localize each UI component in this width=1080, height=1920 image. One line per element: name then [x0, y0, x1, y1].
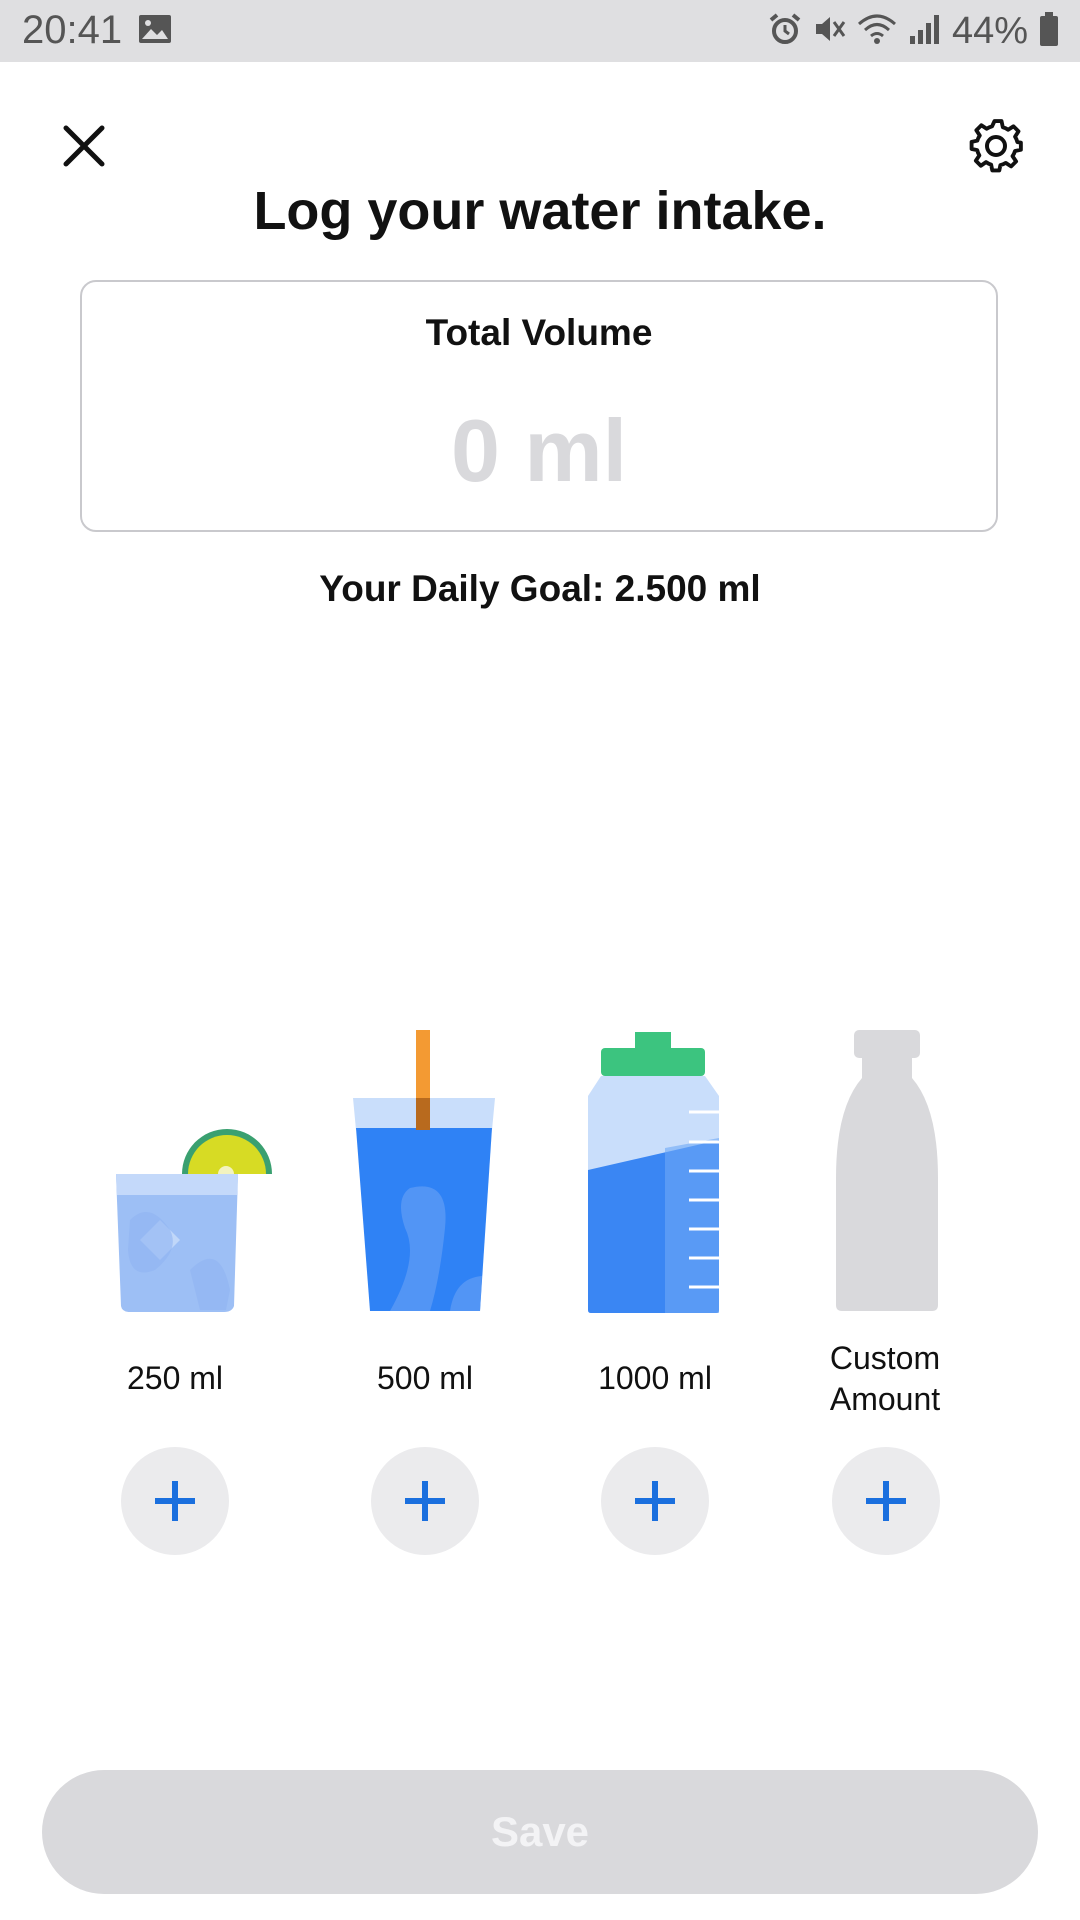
option-label-1000ml: 1000 ml: [598, 1360, 712, 1396]
add-1000ml-button[interactable]: [601, 1447, 709, 1555]
save-button[interactable]: Save: [42, 1770, 1038, 1894]
add-250ml-button[interactable]: [121, 1447, 229, 1555]
water-intake-screen: 20:41 44% Log your water intake. Total V…: [0, 0, 1080, 1920]
mute-icon: [812, 12, 846, 51]
daily-goal-text: Your Daily Goal: 2.500 ml: [319, 568, 761, 609]
cup-with-straw-icon: [353, 1030, 495, 1311]
total-volume-value: 0 ml: [450, 401, 628, 500]
add-500ml-button[interactable]: [371, 1447, 479, 1555]
settings-button[interactable]: [968, 118, 1024, 174]
water-bottle-icon: [588, 1032, 719, 1313]
gear-icon: [969, 119, 1023, 173]
option-label-custom: Custom Amount: [780, 1338, 990, 1420]
plus-icon: [866, 1481, 906, 1521]
page-title: Log your water intake.: [253, 181, 827, 241]
alarm-icon: [768, 12, 802, 51]
status-icons: 44%: [768, 10, 1060, 52]
total-volume-label: Total Volume: [425, 312, 653, 353]
close-icon: [63, 125, 105, 167]
option-label-500ml: 500 ml: [376, 1360, 474, 1396]
option-label-custom-line1: Custom: [829, 1340, 941, 1376]
option-label-250ml: 250 ml: [126, 1360, 224, 1396]
glass-with-lime-icon: [116, 1129, 272, 1312]
image-icon: [138, 14, 172, 49]
battery-percent: 44%: [951, 9, 1028, 52]
custom-bottle-icon: [836, 1030, 938, 1311]
total-volume-card: Total Volume 0 ml: [80, 280, 998, 532]
plus-icon: [155, 1481, 195, 1521]
status-bar: 20:41 44%: [0, 0, 1080, 62]
battery-icon: [1038, 11, 1060, 52]
status-time: 20:41: [22, 8, 123, 52]
close-button[interactable]: [58, 120, 110, 172]
option-label-custom-line2: Amount: [829, 1381, 941, 1417]
plus-icon: [635, 1481, 675, 1521]
wifi-icon: [856, 12, 898, 51]
plus-icon: [405, 1481, 445, 1521]
add-custom-amount-button[interactable]: [832, 1447, 940, 1555]
signal-icon: [908, 12, 942, 51]
